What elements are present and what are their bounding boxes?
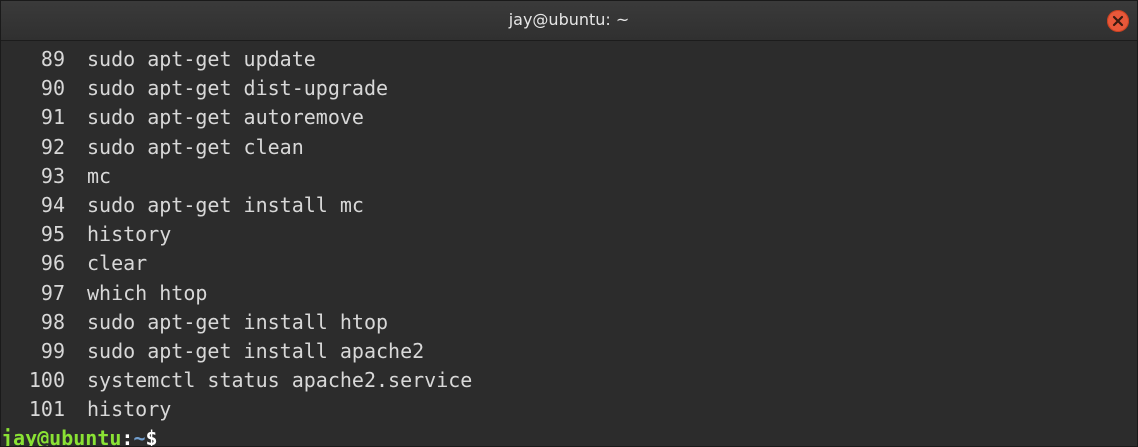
history-command: sudo apt-get install mc (87, 192, 364, 217)
title-bar[interactable]: jay@ubuntu: ~ (1, 1, 1137, 41)
history-number: 95 (40, 222, 65, 247)
history-number: 94 (40, 192, 65, 217)
prompt-line[interactable]: jay@ubuntu:~$ (1, 424, 1137, 447)
history-command: history (87, 222, 172, 247)
prompt-symbol: $ (145, 426, 158, 447)
history-command: systemctl status apache2.service (87, 368, 473, 393)
history-command: clear (87, 251, 148, 276)
history-line: 94 sudo apt-get install mc (1, 191, 1137, 220)
history-number: 101 (28, 397, 65, 422)
history-command: sudo apt-get install apache2 (87, 338, 425, 363)
history-number: 90 (40, 76, 65, 101)
history-command: sudo apt-get dist-upgrade (87, 76, 389, 101)
history-command: mc (87, 163, 112, 188)
history-command: sudo apt-get update (87, 47, 316, 71)
history-line: 95 history (1, 220, 1137, 249)
history-command: history (87, 397, 172, 422)
prompt-separator: : (121, 426, 134, 447)
prompt-path: ~ (133, 426, 146, 447)
history-number: 93 (40, 163, 65, 188)
history-list: 89 sudo apt-get update 90 sudo apt-get dist… (1, 45, 1137, 424)
history-command: sudo apt-get autoremove (87, 105, 364, 130)
history-number: 89 (40, 47, 65, 71)
history-line: 97 which htop (1, 279, 1137, 308)
history-line: 96 clear (1, 249, 1137, 278)
history-line: 101 history (1, 395, 1137, 424)
history-number: 100 (28, 368, 65, 393)
history-line: 100 systemctl status apache2.service (1, 366, 1137, 395)
close-icon (1112, 15, 1124, 27)
history-line: 98 sudo apt-get install htop (1, 308, 1137, 337)
terminal-window: jay@ubuntu: ~ 89 sudo apt-get update 90 sud… (0, 0, 1138, 447)
history-line: 91 sudo apt-get autoremove (1, 103, 1137, 132)
history-number: 99 (40, 338, 65, 363)
history-number: 98 (40, 309, 65, 334)
terminal-output[interactable]: 89 sudo apt-get update 90 sudo apt-get dist… (1, 41, 1137, 446)
history-line: 90 sudo apt-get dist-upgrade (1, 74, 1137, 103)
close-button[interactable] (1107, 10, 1129, 32)
history-line: 93 mc (1, 162, 1137, 191)
history-command: which htop (87, 280, 208, 305)
history-line: 92 sudo apt-get clean (1, 133, 1137, 162)
prompt-user-host: jay@ubuntu (1, 426, 122, 447)
history-line: 89 sudo apt-get update (1, 45, 1137, 74)
history-command: sudo apt-get install htop (87, 309, 389, 334)
history-line: 99 sudo apt-get install apache2 (1, 337, 1137, 366)
history-command: sudo apt-get clean (87, 134, 304, 159)
window-title: jay@ubuntu: ~ (508, 10, 630, 29)
history-number: 96 (40, 251, 65, 276)
history-number: 97 (40, 280, 65, 305)
history-number: 91 (40, 105, 65, 130)
history-number: 92 (40, 134, 65, 159)
